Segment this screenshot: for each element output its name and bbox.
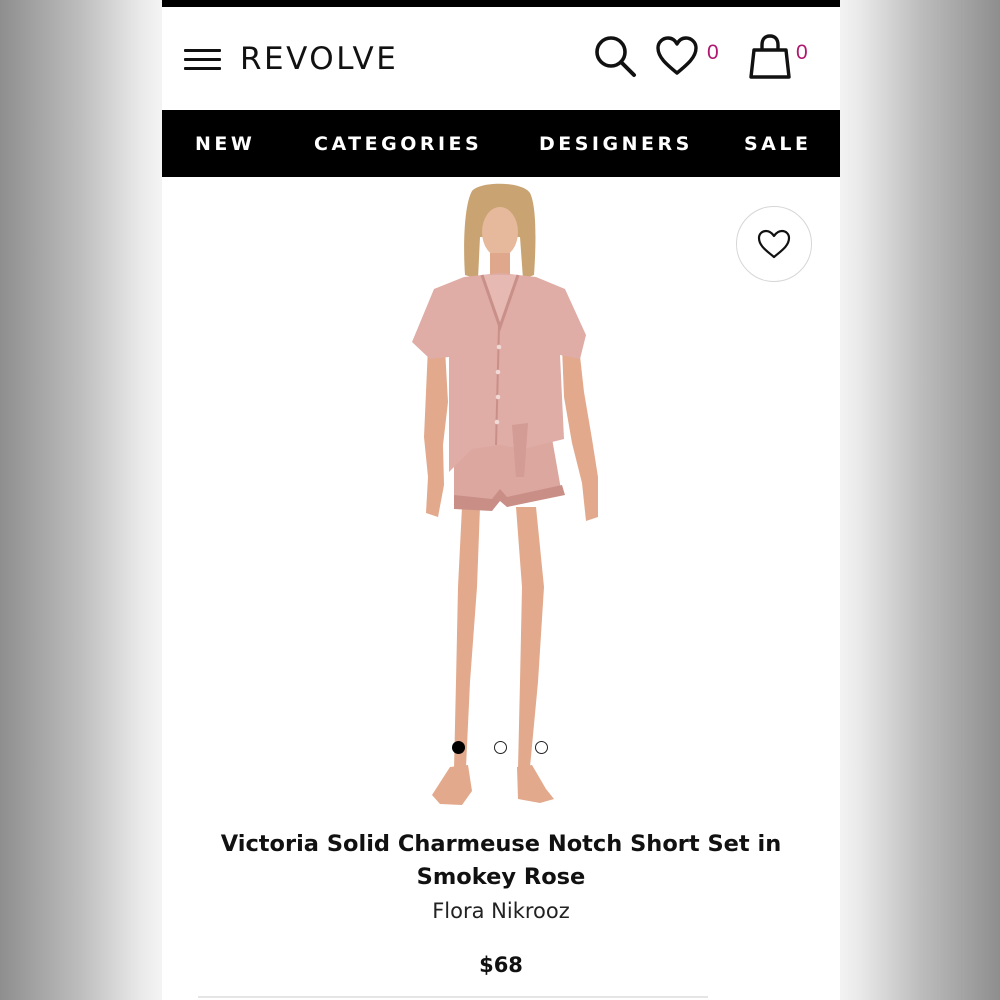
carousel-dot[interactable] — [452, 741, 465, 754]
carousel-pagination — [162, 741, 840, 757]
status-strip — [162, 0, 840, 7]
product-title-line: Victoria Solid Charmeuse Notch Short Set… — [220, 831, 782, 857]
nav-new[interactable]: NEW — [195, 110, 255, 177]
product-image-carousel[interactable] — [162, 177, 840, 815]
main-nav: NEW CATEGORIES DESIGNERS SALE — [162, 110, 840, 177]
add-to-wishlist-button[interactable] — [736, 206, 812, 282]
carousel-dot[interactable] — [535, 741, 548, 754]
nav-designers[interactable]: DESIGNERS — [539, 110, 693, 177]
search-button[interactable] — [592, 33, 640, 81]
product-price: $68 — [479, 953, 523, 977]
heart-outline-icon — [757, 229, 791, 259]
site-logo[interactable]: REVOLVE — [240, 37, 398, 81]
bag-button[interactable] — [748, 33, 792, 81]
product-title: Victoria Solid Charmeuse Notch Short Set… — [202, 828, 800, 894]
divider — [198, 996, 708, 998]
wishlist-button[interactable] — [654, 35, 700, 77]
hamburger-menu-icon[interactable] — [184, 49, 221, 71]
site-header: REVOLVE 0 0 — [162, 7, 840, 110]
nav-sale[interactable]: SALE — [744, 110, 811, 177]
search-icon — [595, 36, 636, 77]
bag-count: 0 — [796, 41, 808, 64]
mobile-page: REVOLVE 0 0 NEW CATEGORIES DESIGNERS SAL… — [162, 0, 840, 1000]
nav-categories[interactable]: CATEGORIES — [314, 110, 482, 177]
product-title-line: Smokey Rose — [416, 864, 586, 890]
heart-icon — [656, 36, 698, 75]
shopping-bag-icon — [749, 34, 791, 79]
product-brand[interactable]: Flora Nikrooz — [202, 895, 800, 927]
wishlist-count: 0 — [707, 41, 719, 64]
carousel-dot[interactable] — [494, 741, 507, 754]
